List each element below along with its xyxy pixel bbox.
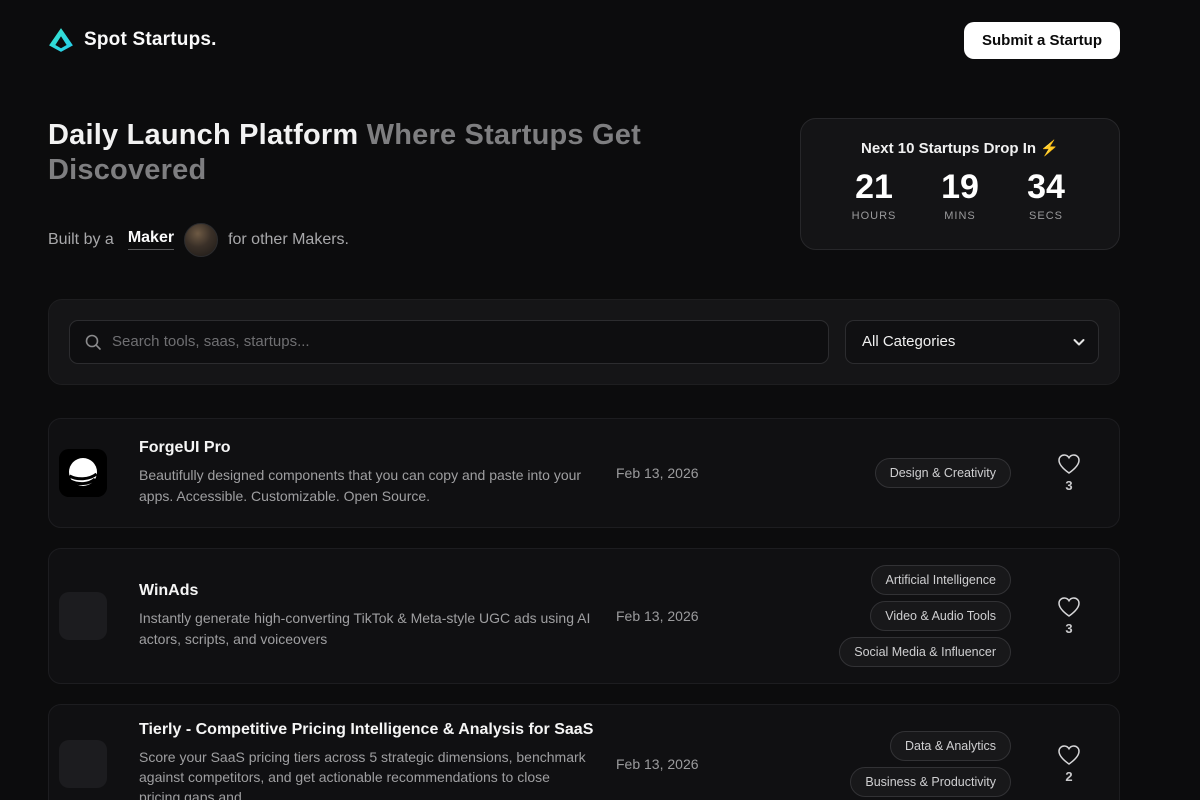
category-tag[interactable]: Artificial Intelligence xyxy=(871,565,1011,595)
hero-left: Daily Launch Platform Where Startups Get… xyxy=(48,118,668,257)
page-title-primary: Daily Launch Platform xyxy=(48,119,367,151)
search-box[interactable] xyxy=(69,320,829,364)
like-count: 3 xyxy=(1065,478,1072,493)
countdown-units: 21 HOURS 19 MINS 34 SECS xyxy=(817,169,1103,222)
countdown-secs: 34 SECS xyxy=(1020,169,1072,222)
startup-name: WinAds xyxy=(139,582,594,600)
startup-tags: Data & Analytics Business & Productivity xyxy=(699,731,1011,797)
countdown-mins-label: MINS xyxy=(934,210,986,222)
startup-date: Feb 13, 2026 xyxy=(616,465,699,481)
like-button[interactable]: 3 xyxy=(1041,453,1097,493)
countdown-mins: 19 MINS xyxy=(934,169,986,222)
page-container: Spot Startups. Submit a Startup Daily La… xyxy=(48,0,1120,800)
startup-name: ForgeUI Pro xyxy=(139,439,594,457)
countdown-secs-label: SECS xyxy=(1020,210,1072,222)
byline-suffix: for other Makers. xyxy=(228,231,349,249)
countdown-title: Next 10 Startups Drop In ⚡ xyxy=(817,139,1103,157)
startup-card[interactable]: WinAds Instantly generate high-convertin… xyxy=(48,548,1120,684)
category-select[interactable]: All Categories xyxy=(845,320,1099,364)
diamond-spark-icon xyxy=(48,27,74,53)
sphere-logo-icon xyxy=(59,449,107,497)
startup-card[interactable]: ForgeUI Pro Beautifully designed compone… xyxy=(48,418,1120,528)
like-button[interactable]: 2 xyxy=(1041,744,1097,784)
maker-avatar xyxy=(184,223,218,257)
filter-panel: All Categories xyxy=(48,299,1120,385)
hero-section: Daily Launch Platform Where Startups Get… xyxy=(48,118,1120,257)
brand-logo[interactable]: Spot Startups. xyxy=(48,27,217,53)
startup-tags: Design & Creativity xyxy=(699,458,1011,488)
startup-logo xyxy=(59,592,107,640)
startup-description: Beautifully designed components that you… xyxy=(139,465,594,506)
category-select-wrap: All Categories xyxy=(845,320,1099,364)
countdown-title-text: Next 10 Startups Drop In xyxy=(861,140,1036,157)
startup-logo xyxy=(59,740,107,788)
startup-description: Score your SaaS pricing tiers across 5 s… xyxy=(139,747,594,800)
byline: Built by a Maker for other Makers. xyxy=(48,223,668,257)
like-count: 3 xyxy=(1065,621,1072,636)
startup-date: Feb 13, 2026 xyxy=(616,756,699,772)
maker-link[interactable]: Maker xyxy=(128,229,174,250)
startup-info: ForgeUI Pro Beautifully designed compone… xyxy=(139,439,594,506)
startup-tags: Artificial Intelligence Video & Audio Too… xyxy=(699,565,1011,667)
startup-info: WinAds Instantly generate high-convertin… xyxy=(139,582,594,649)
startup-logo xyxy=(59,449,107,497)
countdown-hours-label: HOURS xyxy=(848,210,900,222)
search-input[interactable] xyxy=(112,333,814,350)
heart-icon xyxy=(1057,744,1081,766)
countdown-card: Next 10 Startups Drop In ⚡ 21 HOURS 19 M… xyxy=(800,118,1120,250)
countdown-mins-value: 19 xyxy=(934,169,986,206)
category-tag[interactable]: Social Media & Influencer xyxy=(839,637,1011,667)
brand-name: Spot Startups. xyxy=(84,29,217,51)
heart-icon xyxy=(1057,453,1081,475)
startup-card[interactable]: Tierly - Competitive Pricing Intelligenc… xyxy=(48,704,1120,800)
countdown-secs-value: 34 xyxy=(1020,169,1072,206)
category-tag[interactable]: Video & Audio Tools xyxy=(870,601,1011,631)
page-title: Daily Launch Platform Where Startups Get… xyxy=(48,118,668,189)
countdown-hours: 21 HOURS xyxy=(848,169,900,222)
startup-list: ForgeUI Pro Beautifully designed compone… xyxy=(48,418,1120,800)
byline-prefix: Built by a xyxy=(48,231,114,249)
startup-name: Tierly - Competitive Pricing Intelligenc… xyxy=(139,721,594,739)
top-navigation: Spot Startups. Submit a Startup xyxy=(48,0,1120,60)
lightning-bolt-icon: ⚡ xyxy=(1040,140,1059,157)
startup-date: Feb 13, 2026 xyxy=(616,608,699,624)
like-count: 2 xyxy=(1065,769,1072,784)
countdown-hours-value: 21 xyxy=(848,169,900,206)
category-tag[interactable]: Data & Analytics xyxy=(890,731,1011,761)
like-button[interactable]: 3 xyxy=(1041,596,1097,636)
submit-startup-button[interactable]: Submit a Startup xyxy=(964,22,1120,59)
heart-icon xyxy=(1057,596,1081,618)
category-tag[interactable]: Design & Creativity xyxy=(875,458,1011,488)
search-icon xyxy=(84,333,102,351)
category-tag[interactable]: Business & Productivity xyxy=(850,767,1011,797)
startup-description: Instantly generate high-converting TikTo… xyxy=(139,608,594,649)
startup-info: Tierly - Competitive Pricing Intelligenc… xyxy=(139,721,594,800)
